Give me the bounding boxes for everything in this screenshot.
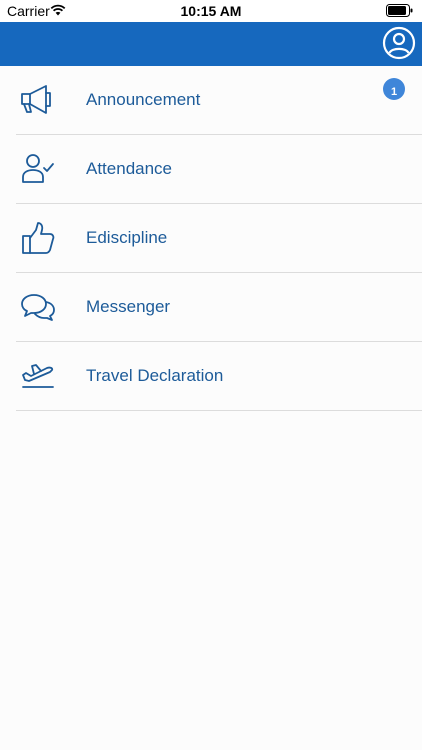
status-bar: Carrier 10:15 AM bbox=[0, 0, 422, 22]
menu-item-label: Attendance bbox=[86, 159, 173, 178]
battery-icon bbox=[386, 4, 413, 17]
menu-item-label: Announcement bbox=[86, 90, 201, 109]
megaphone-icon bbox=[21, 85, 51, 114]
user-circle-icon bbox=[382, 26, 416, 60]
menu-list: Announcement 1 Attendance Ediscipline Me… bbox=[0, 66, 422, 411]
user-check-icon bbox=[22, 154, 54, 183]
menu-item-label: Ediscipline bbox=[86, 228, 168, 247]
status-time: 10:15 AM bbox=[180, 3, 242, 19]
plane-departure-icon bbox=[22, 364, 54, 388]
menu-item-attendance[interactable]: Attendance bbox=[16, 135, 422, 204]
menu-item-announcement[interactable]: Announcement 1 bbox=[16, 66, 422, 135]
thumbs-up-icon bbox=[22, 222, 55, 254]
notification-badge: 1 bbox=[383, 78, 405, 100]
menu-item-label: Messenger bbox=[86, 297, 171, 316]
profile-button[interactable] bbox=[382, 26, 416, 60]
menu-item-ediscipline[interactable]: Ediscipline bbox=[16, 204, 422, 273]
menu-item-label: Travel Declaration bbox=[86, 366, 224, 385]
app-header bbox=[0, 22, 422, 66]
menu-item-travel-declaration[interactable]: Travel Declaration bbox=[16, 342, 422, 411]
menu-item-messenger[interactable]: Messenger bbox=[16, 273, 422, 342]
chat-bubbles-icon bbox=[21, 294, 55, 321]
